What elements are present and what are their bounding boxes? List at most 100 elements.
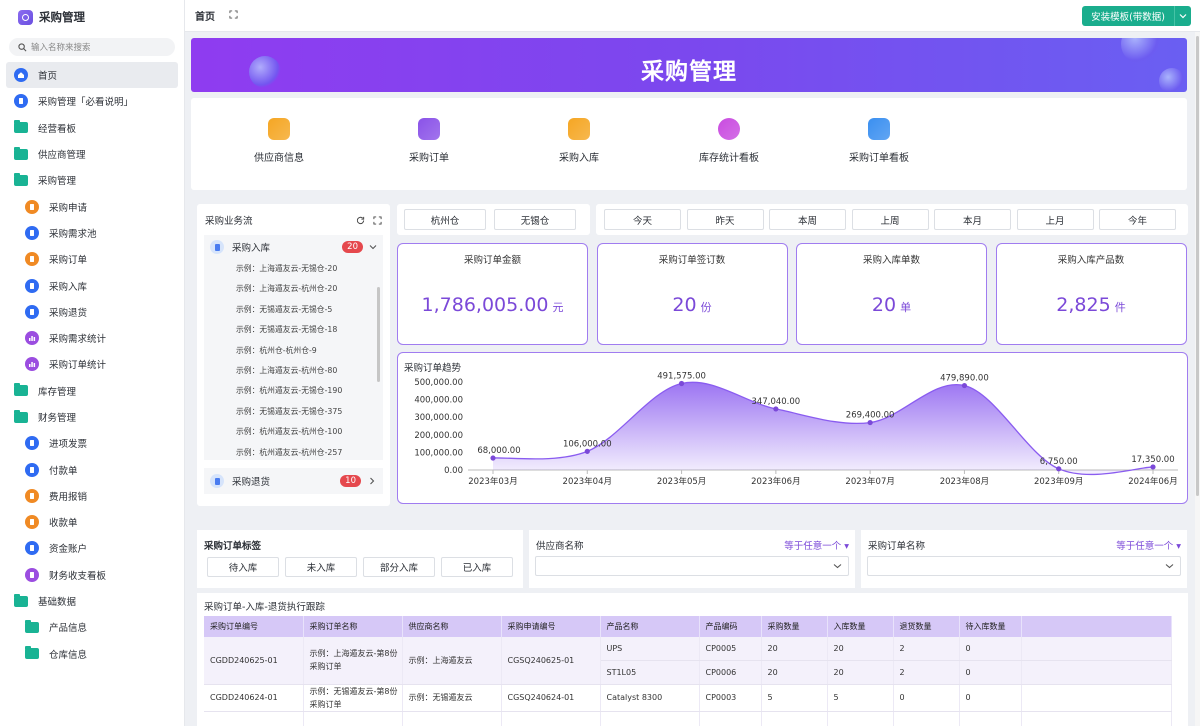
column-header[interactable]: 产品名称 xyxy=(600,616,700,637)
filter-operator[interactable]: 等于任意一个 ▾ xyxy=(784,538,849,552)
sidebar-item[interactable]: 财务收支看板 xyxy=(0,562,184,588)
sidebar-item-label: 采购退货 xyxy=(49,307,88,319)
quick-item[interactable]: 库存统计看板 xyxy=(679,118,779,164)
flow-group-returns[interactable]: 采购退货 10 xyxy=(204,468,383,494)
table-cell-spacer xyxy=(1021,684,1172,712)
list-item[interactable]: 示例：杭州遁友云-无锡仓-190 xyxy=(204,381,383,401)
list-item[interactable]: 示例：无锡遁友云-无锡仓-375 xyxy=(204,402,383,422)
warehouse-button[interactable]: 无锡仓 xyxy=(494,209,576,230)
scrollbar[interactable] xyxy=(377,287,380,382)
sidebar-item[interactable]: 采购申请 xyxy=(0,193,184,219)
sidebar-item[interactable]: 采购管理「必看说明」 xyxy=(0,88,184,114)
sidebar-item[interactable]: 采购退货 xyxy=(0,299,184,325)
sidebar-item[interactable]: 产品信息 xyxy=(0,614,184,640)
filter-panel: 采购订单名称 等于任意一个 ▾ xyxy=(861,530,1187,588)
form-icon xyxy=(25,199,39,214)
trend-chart-panel: 采购订单趋势 0.00 100,000.00 200,000.00 300,000.0… xyxy=(397,352,1188,504)
sidebar-item[interactable]: 仓库信息 xyxy=(0,641,184,667)
kpi-title: 采购订单金额 xyxy=(463,255,521,266)
sidebar-item[interactable]: 收款单 xyxy=(0,509,184,535)
list-item[interactable]: 示例：杭州遁友云-杭州仓-100 xyxy=(204,422,383,442)
period-button[interactable]: 本月 xyxy=(934,209,1011,230)
table-cell: 5 xyxy=(827,684,894,712)
tag-button[interactable]: 已入库 xyxy=(441,557,513,577)
sidebar-item[interactable]: 采购管理 xyxy=(0,167,184,193)
table-row[interactable]: CGDD240624-01 示例：无锡遁友云-第8份采购订单 示例：无锡遁友云 CGS… xyxy=(204,684,1172,712)
quick-item[interactable]: 采购订单看板 xyxy=(829,118,929,164)
tag-button[interactable]: 未入库 xyxy=(285,557,357,577)
kpi-card: 采购入库产品数 2,825 件 xyxy=(995,243,1187,345)
list-item[interactable]: 示例：上海遁友云-杭州仓-80 xyxy=(204,361,383,381)
table-cell: 20 xyxy=(761,660,828,685)
search-input[interactable]: 输入名称来搜索 xyxy=(9,38,175,56)
sidebar-item[interactable]: 采购订单统计 xyxy=(0,351,184,377)
flow-group-inbound[interactable]: 采购入库 20 xyxy=(204,235,383,259)
sidebar-item[interactable]: 采购需求统计 xyxy=(0,325,184,351)
fullscreen-icon[interactable] xyxy=(373,215,382,225)
count-badge: 10 xyxy=(340,475,361,487)
table-row[interactable] xyxy=(204,711,1172,726)
list-item[interactable]: 示例：杭州仓-杭州仓-9 xyxy=(204,341,383,361)
sidebar-item[interactable]: 采购入库 xyxy=(0,272,184,298)
sidebar-item[interactable]: 首页 xyxy=(6,62,178,89)
scrollbar[interactable] xyxy=(1195,32,1200,726)
sidebar-item[interactable]: 进项发票 xyxy=(0,430,184,456)
table-row[interactable]: CGDD240625-01 示例：上海遁友云-第8份采购订单 示例：上海遁友云 CGS… xyxy=(204,637,1172,685)
table-cell: 20 xyxy=(827,660,894,685)
sidebar-item[interactable]: 费用报销 xyxy=(0,483,184,509)
sidebar-item[interactable]: 基础数据 xyxy=(0,588,184,614)
column-header[interactable]: 采购订单名称 xyxy=(303,616,403,637)
filter-select[interactable] xyxy=(535,556,849,576)
sidebar-item[interactable]: 采购订单 xyxy=(0,246,184,272)
sidebar-item-label: 产品信息 xyxy=(49,623,88,635)
quick-item[interactable]: 采购订单 xyxy=(379,118,479,164)
sidebar-item[interactable]: 库存管理 xyxy=(0,378,184,404)
app-brand[interactable]: 采购管理 xyxy=(0,0,184,34)
sidebar-item-label: 采购申请 xyxy=(49,202,88,214)
period-button[interactable]: 上周 xyxy=(851,209,929,230)
quick-item[interactable]: 供应商信息 xyxy=(229,118,329,164)
fullscreen-icon[interactable] xyxy=(229,9,238,22)
search-placeholder: 输入名称来搜索 xyxy=(31,43,91,53)
column-header[interactable]: 采购申请编号 xyxy=(501,616,601,637)
warehouse-button[interactable]: 杭州仓 xyxy=(404,209,486,230)
tag-button[interactable]: 待入库 xyxy=(207,557,279,577)
list-item[interactable]: 示例：杭州遁友云-杭州仓-257 xyxy=(204,443,383,460)
board-icon xyxy=(25,567,39,582)
list-item[interactable]: 示例：上海遁友云-杭州仓-20 xyxy=(204,279,383,299)
column-header[interactable]: 待入库数量 xyxy=(959,616,1022,637)
quick-item[interactable]: 采购入库 xyxy=(529,118,629,164)
tag-button[interactable]: 部分入库 xyxy=(363,557,435,577)
column-header[interactable]: 采购数量 xyxy=(761,616,828,637)
list-item[interactable]: 示例：无锡遁友云-无锡仓-18 xyxy=(204,320,383,340)
column-header[interactable]: 采购订单编号 xyxy=(204,616,304,637)
install-template-button[interactable]: 安装模板(带数据) xyxy=(1082,6,1191,26)
column-header[interactable]: 入库数量 xyxy=(827,616,894,637)
filter-select[interactable] xyxy=(867,556,1181,576)
flow-title: 采购业务流 xyxy=(205,216,253,227)
sidebar-item[interactable]: 采购需求池 xyxy=(0,220,184,246)
chevron-down-icon[interactable] xyxy=(369,244,377,250)
list-item[interactable]: 示例：无锡遁友云-无锡仓-5 xyxy=(204,300,383,320)
home-icon xyxy=(14,68,28,83)
table-cell: ST1L05 xyxy=(600,660,700,685)
chevron-down-icon[interactable] xyxy=(1174,6,1191,26)
list-item[interactable]: 示例：上海遁友云-无锡仓-20 xyxy=(204,259,383,279)
period-button[interactable]: 昨天 xyxy=(686,209,764,230)
sidebar-item[interactable]: 财务管理 xyxy=(0,404,184,430)
sidebar-item[interactable]: 资金账户 xyxy=(0,535,184,561)
period-button[interactable]: 今天 xyxy=(604,209,681,230)
sidebar-item[interactable]: 付款单 xyxy=(0,456,184,482)
chevron-right-icon[interactable] xyxy=(369,477,375,485)
tab-home[interactable]: 首页 xyxy=(195,8,215,23)
column-header[interactable]: 退货数量 xyxy=(893,616,960,637)
column-header[interactable]: 供应商名称 xyxy=(402,616,502,637)
period-button[interactable]: 本周 xyxy=(769,209,846,230)
refresh-icon[interactable] xyxy=(356,216,365,225)
column-header[interactable]: 产品编码 xyxy=(699,616,762,637)
period-button[interactable]: 上月 xyxy=(1016,209,1094,230)
filter-operator[interactable]: 等于任意一个 ▾ xyxy=(1116,538,1181,552)
sidebar-item[interactable]: 供应商管理 xyxy=(0,141,184,167)
sidebar-item[interactable]: 经营看板 xyxy=(0,115,184,141)
period-button[interactable]: 今年 xyxy=(1099,209,1176,230)
